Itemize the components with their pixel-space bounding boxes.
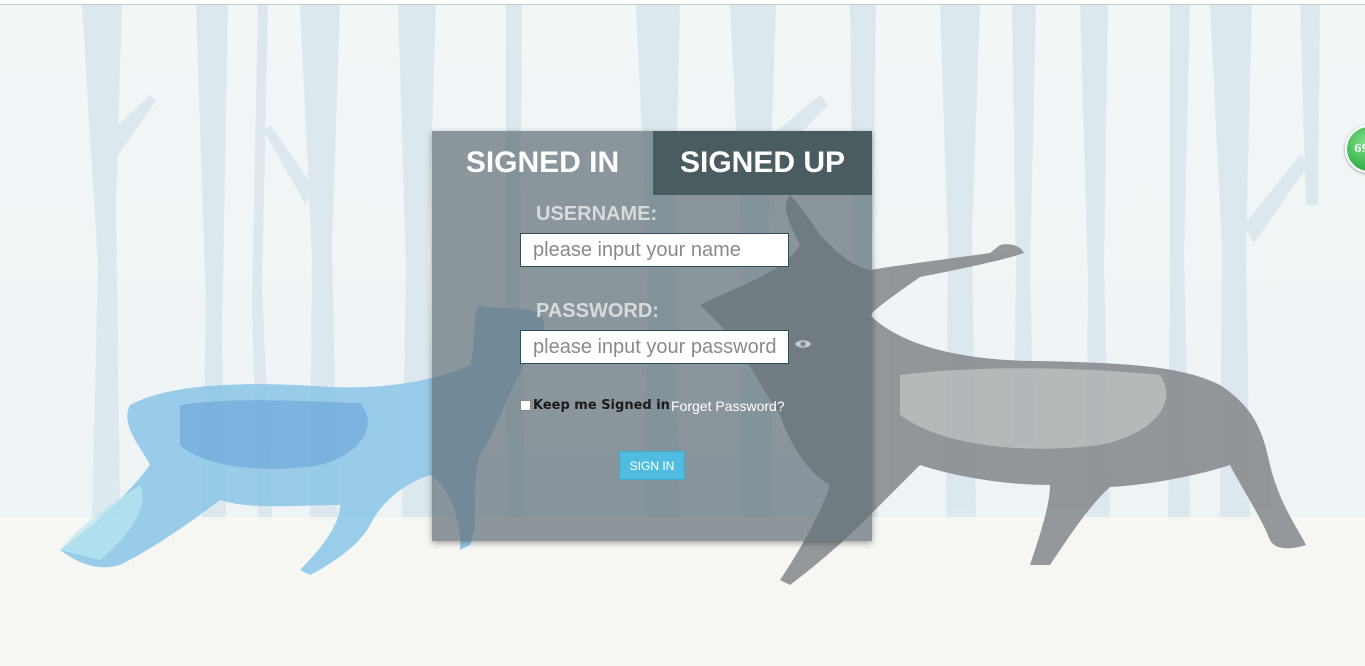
- tab-signed-up[interactable]: SIGNED UP: [653, 131, 872, 195]
- keep-signed-in-row: Keep me Signed in: [520, 397, 670, 413]
- keep-signed-in-label: Keep me Signed in: [533, 397, 670, 413]
- login-panel: SIGNED IN SIGNED UP USERNAME: PASSWORD: …: [432, 131, 872, 541]
- username-input[interactable]: [520, 233, 789, 267]
- password-input[interactable]: [520, 330, 789, 364]
- keep-signed-in-checkbox[interactable]: [520, 399, 531, 411]
- forget-password-link[interactable]: Forget Password?: [671, 398, 785, 414]
- sign-in-button[interactable]: SIGN IN: [619, 451, 685, 480]
- tab-signed-in[interactable]: SIGNED IN: [432, 131, 653, 195]
- username-label: USERNAME:: [536, 203, 658, 225]
- eye-icon[interactable]: [794, 337, 812, 351]
- password-label: PASSWORD:: [536, 300, 659, 322]
